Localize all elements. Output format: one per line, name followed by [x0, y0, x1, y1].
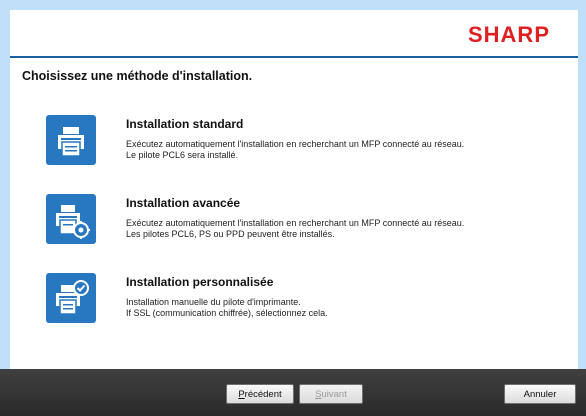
previous-button[interactable]: Précédent — [226, 384, 294, 404]
header: SHARP — [10, 10, 578, 56]
option-description-line: Exécutez automatiquement l'installation … — [126, 218, 465, 228]
option-description-line: If SSL (communication chiffrée), sélecti… — [126, 308, 328, 318]
next-button-label: uivant — [321, 388, 347, 400]
header-divider — [10, 56, 578, 58]
footer-bar: Précédent Suivant Annuler — [0, 369, 586, 416]
option-description: Installation manuelle du pilote d'imprim… — [126, 297, 328, 319]
next-button[interactable]: Suivant — [299, 384, 363, 404]
option-description: Exécutez automatiquement l'installation … — [126, 218, 464, 240]
option-advanced-installation[interactable]: Installation avancée Exécutez automatiqu… — [46, 194, 556, 252]
option-title: Installation personnalisée — [126, 275, 274, 289]
option-description-line: Les pilotes PCL6, PS ou PPD peuvent être… — [126, 229, 335, 239]
printer-gear-icon — [46, 194, 96, 244]
option-description-line: Le pilote PCL6 sera installé. — [126, 150, 239, 160]
option-title: Installation avancée — [126, 196, 241, 210]
previous-button-label: récédent — [244, 388, 282, 400]
option-title: Installation standard — [126, 117, 244, 131]
option-description-line: Installation manuelle du pilote d'imprim… — [126, 297, 301, 307]
option-custom-installation[interactable]: Installation personnalisée Installation … — [46, 273, 556, 331]
window-top-frame — [0, 0, 586, 10]
printer-check-icon — [46, 273, 96, 323]
option-standard-installation[interactable]: Installation standard Exécutez automatiq… — [46, 115, 556, 173]
option-description: Exécutez automatiquement l'installation … — [126, 139, 464, 161]
sharp-logo: SHARP — [467, 22, 550, 47]
cancel-button[interactable]: Annuler — [504, 384, 576, 404]
printer-icon — [46, 115, 96, 165]
page-title: Choisissez une méthode d'installation. — [22, 69, 253, 83]
option-description-line: Exécutez automatiquement l'installation … — [126, 139, 465, 149]
